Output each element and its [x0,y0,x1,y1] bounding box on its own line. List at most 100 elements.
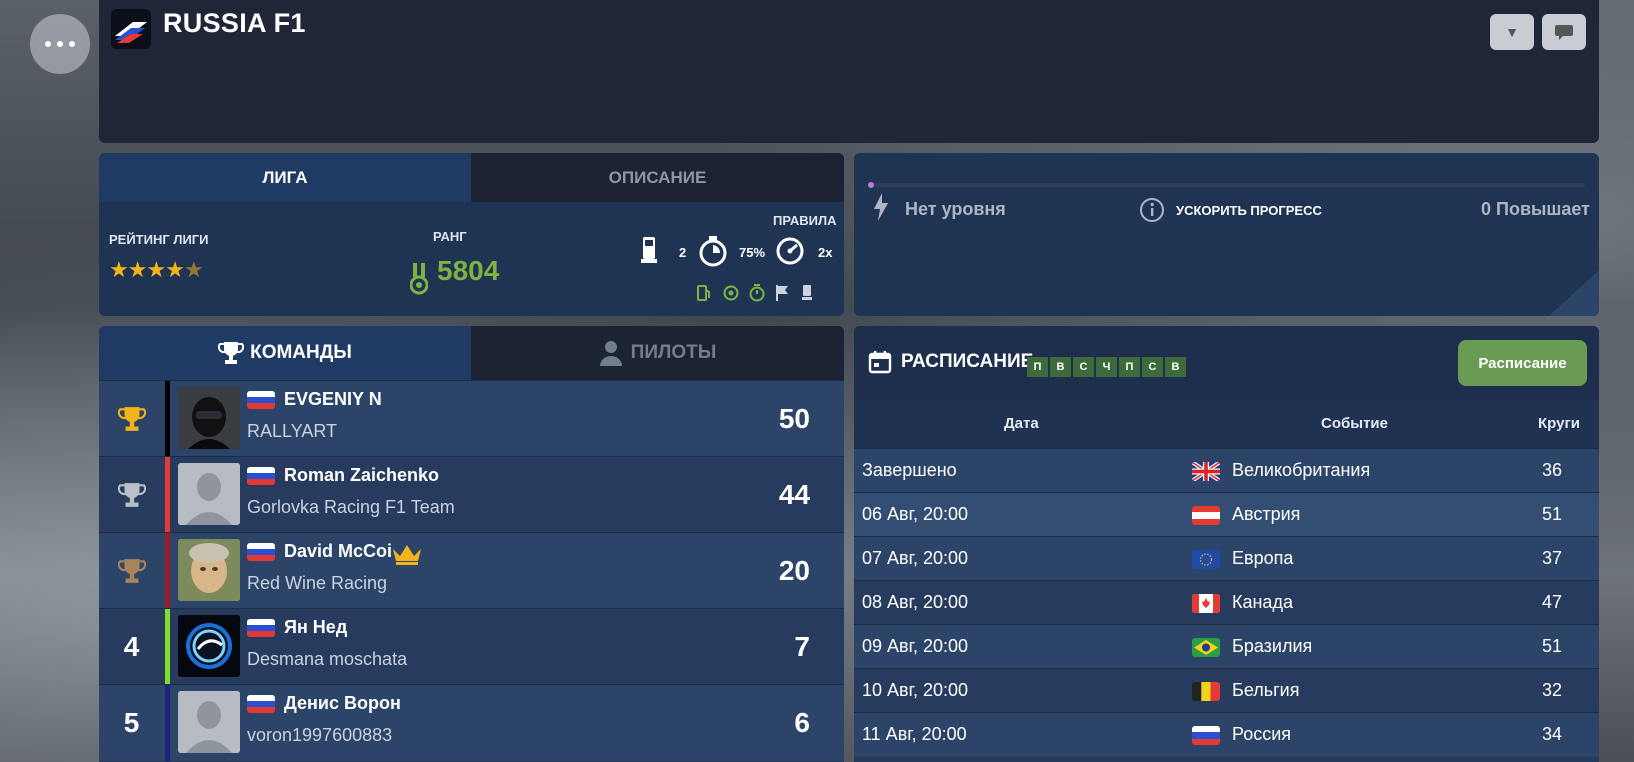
race-days: П В С Ч П С В [1027,357,1188,377]
star-icon: ★ [127,257,148,282]
day-badge: В [1165,357,1186,377]
team-name: RALLYART [247,421,338,441]
league-rating-label: РЕЙТИНГ ЛИГИ [109,232,209,247]
driver-name[interactable]: David McCoi [284,541,392,562]
event-name: Австрия [1232,504,1301,524]
event-name: Бразилия [1232,636,1313,656]
gb-flag-icon [1192,462,1220,481]
driver-name[interactable]: Ян Нед [284,617,347,638]
driver-name[interactable]: Денис Ворон [284,693,401,714]
canada-flag-icon [1192,594,1220,613]
event-date: Завершено [862,460,957,480]
schedule-button[interactable]: Расписание [1458,340,1587,386]
rules-label: ПРАВИЛА [773,213,837,228]
schedule-card: РАСПИСАНИЕ П В С Ч П С В Расписание Дата… [854,326,1599,762]
calendar-icon [868,350,892,379]
league-logo [111,9,151,49]
team-name: Red Wine Racing [247,573,388,593]
league-info-card: ЛИГА ОПИСАНИЕ РЕЙТИНГ ЛИГИ ★★★★★ РАНГ 58… [99,153,844,316]
team-color-stripe [165,609,170,685]
speedometer-icon [775,236,805,273]
tab-drivers[interactable]: ПИЛОТЫ [471,326,844,380]
schedule-row[interactable]: 09 Авг, 20:00 Бразилия 51 [854,624,1599,669]
driver-name[interactable]: EVGENIY N [284,389,382,410]
event-laps: 36 [1542,460,1563,480]
fuel-icon [697,285,711,305]
fuel-rule-value: 2 [679,245,687,260]
points: 20 [778,555,810,586]
chat-button[interactable] [1542,14,1586,50]
event-laps: 47 [1542,592,1563,612]
dot-icon [69,41,75,47]
schedule-row[interactable]: 11 Авг, 20:00 Россия 34 [854,712,1599,757]
position-cell: 5 [123,707,140,738]
event-name: Канада [1232,592,1293,612]
day-badge: В [1050,357,1071,377]
event-name: Россия [1232,724,1292,744]
more-menu-button[interactable] [30,14,90,74]
points: 44 [778,479,810,510]
points: 6 [794,707,810,738]
event-laps: 51 [1542,636,1563,656]
austria-flag-icon [1192,506,1220,525]
event-name: Бельгия [1232,680,1300,700]
boosts-count: 0 Повышает [1481,199,1590,219]
trophy-icon [218,342,245,364]
column-date: Дата [1004,415,1039,432]
team-color-stripe [165,685,170,761]
star-icon: ★ [109,257,129,282]
event-date: 06 Авг, 20:00 [862,504,969,524]
schedule-row[interactable]: 06 Авг, 20:00 Австрия 51 [854,492,1599,537]
avatar [178,691,240,753]
standings-row[interactable]: 5 Денис Ворон voron1997600883 6 [99,684,844,761]
standings-row[interactable]: 4 Ян Нед Desmana moschata 7 [99,608,844,685]
schedule-row[interactable]: 10 Авг, 20:00 Бельгия 32 [854,668,1599,713]
russia-flag-icon [1192,726,1220,745]
schedule-row[interactable]: 07 Авг, 20:00 Европа 37 [854,536,1599,581]
half-star-icon: ★ [183,257,204,282]
driver-name[interactable]: Roman Zaichenko [284,465,439,486]
points: 50 [778,403,810,434]
speed-rule-value: 2x [818,245,833,260]
fuel-pump-icon [640,235,660,274]
boost-progress-link[interactable]: УСКОРИТЬ ПРОГРЕСС [1176,203,1322,218]
event-date: 10 Авг, 20:00 [862,680,969,700]
rank-value: 5804 [437,255,500,286]
event-laps: 34 [1542,724,1563,744]
tab-league[interactable]: ЛИГА [99,153,471,202]
day-badge: П [1027,357,1048,377]
rating-stars: ★★★★★ [109,257,204,283]
silver-trophy-icon [117,483,146,507]
avatar [178,615,240,677]
tab-teams[interactable]: КОМАНДЫ [99,326,471,380]
belgium-flag-icon [1192,682,1220,701]
russia-flag-icon [247,543,275,561]
star-icon: ★ [146,257,166,282]
dot-icon [45,41,51,47]
bronze-trophy-icon [117,559,146,583]
schedule-row[interactable]: 08 Авг, 20:00 Канада 47 [854,580,1599,625]
event-date: 08 Авг, 20:00 [862,592,969,612]
level-progress-bar [868,182,1585,188]
russia-flag-icon [247,695,275,713]
event-date: 07 Авг, 20:00 [862,548,969,568]
level-progress-fill [868,182,874,188]
avatar [178,539,240,601]
avatar [178,387,240,449]
info-icon[interactable] [1139,197,1165,228]
standings-row[interactable]: Roman Zaichenko Gorlovka Racing F1 Team … [99,456,844,533]
standings-card: КОМАНДЫ ПИЛОТЫ EVGENIY N RALLYART 50 Rom… [99,326,844,762]
tab-drivers-label: ПИЛОТЫ [630,342,717,363]
dropdown-button[interactable]: ▼ [1490,14,1534,50]
russia-flag-icon [247,391,275,409]
rank-label: РАНГ [433,229,467,244]
russia-flag-icon [247,467,275,485]
schedule-row[interactable]: Завершено Великобритания 36 [854,448,1599,493]
medal-icon [409,263,429,295]
tab-description[interactable]: ОПИСАНИЕ [471,153,844,202]
standings-row[interactable]: EVGENIY N RALLYART 50 [99,380,844,457]
schedule-header: РАСПИСАНИЕ П В С Ч П С В Расписание [854,326,1599,400]
team-color-stripe [165,381,170,457]
person-icon [599,341,622,366]
standings-row[interactable]: David McCoi Red Wine Racing 20 [99,532,844,609]
